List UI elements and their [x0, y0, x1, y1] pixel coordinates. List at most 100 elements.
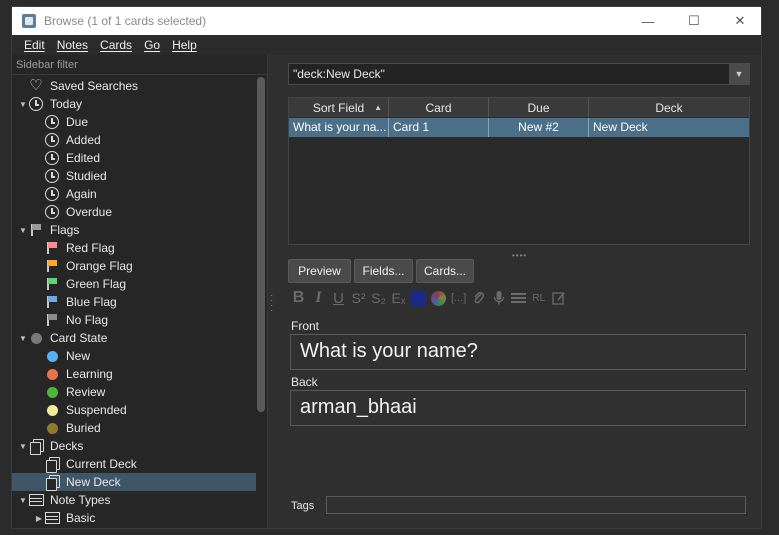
expand-arrow-icon[interactable]: ▼ [18, 441, 28, 451]
sidebar-item-suspended[interactable]: Suspended [12, 401, 256, 419]
text-color-swatch[interactable] [411, 290, 426, 306]
cloze-button[interactable]: [...] [451, 289, 466, 307]
sidebar-item-studied[interactable]: Studied [12, 167, 256, 185]
sidebar-item-saved-searches[interactable]: ♡ Saved Searches [12, 77, 256, 95]
column-header-deck[interactable]: Deck [589, 98, 749, 117]
expand-arrow-icon[interactable]: ▼ [18, 99, 28, 109]
bold-button[interactable]: B [291, 289, 306, 307]
column-header-sort-field[interactable]: Sort Field ▲ [289, 98, 389, 117]
attach-icon[interactable] [471, 289, 486, 307]
sort-ascending-icon: ▲ [374, 103, 382, 112]
minimize-button[interactable]: — [625, 7, 671, 35]
cards-button[interactable]: Cards... [416, 259, 474, 283]
sidebar-item-label: Saved Searches [50, 79, 139, 93]
more-options-icon[interactable] [511, 289, 527, 307]
sidebar-item-blue-flag[interactable]: Blue Flag [12, 293, 256, 311]
sidebar-scrollbar[interactable] [257, 77, 265, 412]
sidebar-item-label: Card State [50, 331, 108, 345]
sidebar-item-overdue[interactable]: Overdue [12, 203, 256, 221]
sidebar-item-current-deck[interactable]: Current Deck [12, 455, 256, 473]
cell-deck: New Deck [593, 120, 648, 134]
sidebar-item-new[interactable]: New [12, 347, 256, 365]
sidebar-item-label: Today [50, 97, 83, 111]
sidebar-filter-input[interactable]: Sidebar filter [12, 55, 268, 75]
expand-arrow-icon[interactable]: ▼ [18, 333, 28, 343]
horizontal-splitter-handle[interactable]: •••• [512, 251, 527, 260]
cards-icon [44, 474, 60, 491]
sidebar-item-flags[interactable]: ▼ Flags [12, 221, 256, 239]
sidebar-item-due[interactable]: Due [12, 113, 256, 131]
tags-input[interactable] [326, 496, 746, 514]
front-field[interactable]: What is your name? [290, 334, 746, 370]
main-panel: · · · · "deck:New Deck" ▼ Sort Field ▲ Card … [269, 55, 761, 528]
maximize-button[interactable]: ☐ [671, 7, 717, 35]
search-value: "deck:New Deck" [293, 67, 385, 81]
menu-edit[interactable]: Edit [18, 38, 51, 52]
menu-go[interactable]: Go [138, 38, 166, 52]
sidebar-item-today[interactable]: ▼ Today [12, 95, 256, 113]
column-header-due[interactable]: Due [489, 98, 589, 117]
sidebar-item-orange-flag[interactable]: Orange Flag [12, 257, 256, 275]
search-combobox[interactable]: "deck:New Deck" ▼ [288, 63, 750, 85]
expand-arrow-icon[interactable]: ▼ [18, 225, 28, 235]
sidebar-item-new-deck[interactable]: New Deck [12, 473, 256, 491]
menu-cards[interactable]: Cards [94, 38, 138, 52]
rtl-button[interactable]: RL [531, 289, 546, 307]
expand-arrow-icon[interactable]: ▼ [18, 495, 28, 505]
italic-button[interactable]: I [311, 289, 326, 307]
sidebar-item-learning[interactable]: Learning [12, 365, 256, 383]
subscript-button[interactable]: S₂ [371, 289, 386, 307]
sidebar-item-label: Buried [66, 421, 101, 435]
superscript-button[interactable]: S² [351, 289, 366, 307]
vertical-splitter-handle[interactable]: · · · · [270, 291, 276, 316]
sidebar-item-label: Note Types [50, 493, 111, 507]
back-field[interactable]: arman_bhaai [290, 390, 746, 426]
clear-format-button[interactable]: Eₓ [391, 289, 406, 307]
dot-icon [44, 384, 60, 400]
formatting-toolbar: B I U S² S₂ Eₓ [...] RL [291, 289, 566, 307]
chevron-down-icon[interactable]: ▼ [729, 64, 749, 84]
sidebar-item-buried[interactable]: Buried [12, 419, 256, 437]
cell-due: New #2 [489, 118, 589, 137]
sidebar-item-added[interactable]: Added [12, 131, 256, 149]
anki-app-icon [22, 14, 36, 28]
sidebar-item-review[interactable]: Review [12, 383, 256, 401]
sidebar-item-label: New Deck [66, 475, 121, 489]
sidebar-item-card-state[interactable]: ▼ Card State [12, 329, 256, 347]
html-editor-icon[interactable] [551, 289, 566, 307]
preview-button[interactable]: Preview [288, 259, 351, 283]
sidebar-item-no-flag[interactable]: No Flag [12, 311, 256, 329]
sidebar-item-basic[interactable]: ▶ Basic [12, 509, 256, 527]
microphone-icon[interactable] [491, 289, 506, 307]
table-row[interactable]: What is your na... Card 1 New #2 New Dec… [289, 118, 749, 137]
underline-button[interactable]: U [331, 289, 346, 307]
sidebar-item-red-flag[interactable]: Red Flag [12, 239, 256, 257]
sidebar-item-green-flag[interactable]: Green Flag [12, 275, 256, 293]
sidebar-item-note-types[interactable]: ▼ Note Types [12, 491, 256, 509]
highlight-color-icon[interactable] [431, 290, 446, 306]
menu-help[interactable]: Help [166, 38, 203, 52]
flag-icon [44, 240, 60, 256]
sidebar-item-again[interactable]: Again [12, 185, 256, 203]
sidebar-item-decks[interactable]: ▼ Decks [12, 437, 256, 455]
close-button[interactable]: ✕ [717, 7, 761, 35]
sidebar-item-edited[interactable]: Edited [12, 149, 256, 167]
flag-icon [44, 276, 60, 292]
menu-notes[interactable]: Notes [51, 38, 94, 52]
collapse-arrow-icon[interactable]: ▶ [34, 513, 44, 523]
fields-button[interactable]: Fields... [354, 259, 413, 283]
title-bar: Browse (1 of 1 cards selected) — ☐ ✕ [12, 7, 761, 35]
column-header-card[interactable]: Card [389, 98, 489, 117]
table-header: Sort Field ▲ Card Due Deck [289, 98, 749, 117]
cell-card: Card 1 [389, 118, 489, 137]
sidebar-item-label: Red Flag [66, 241, 115, 255]
